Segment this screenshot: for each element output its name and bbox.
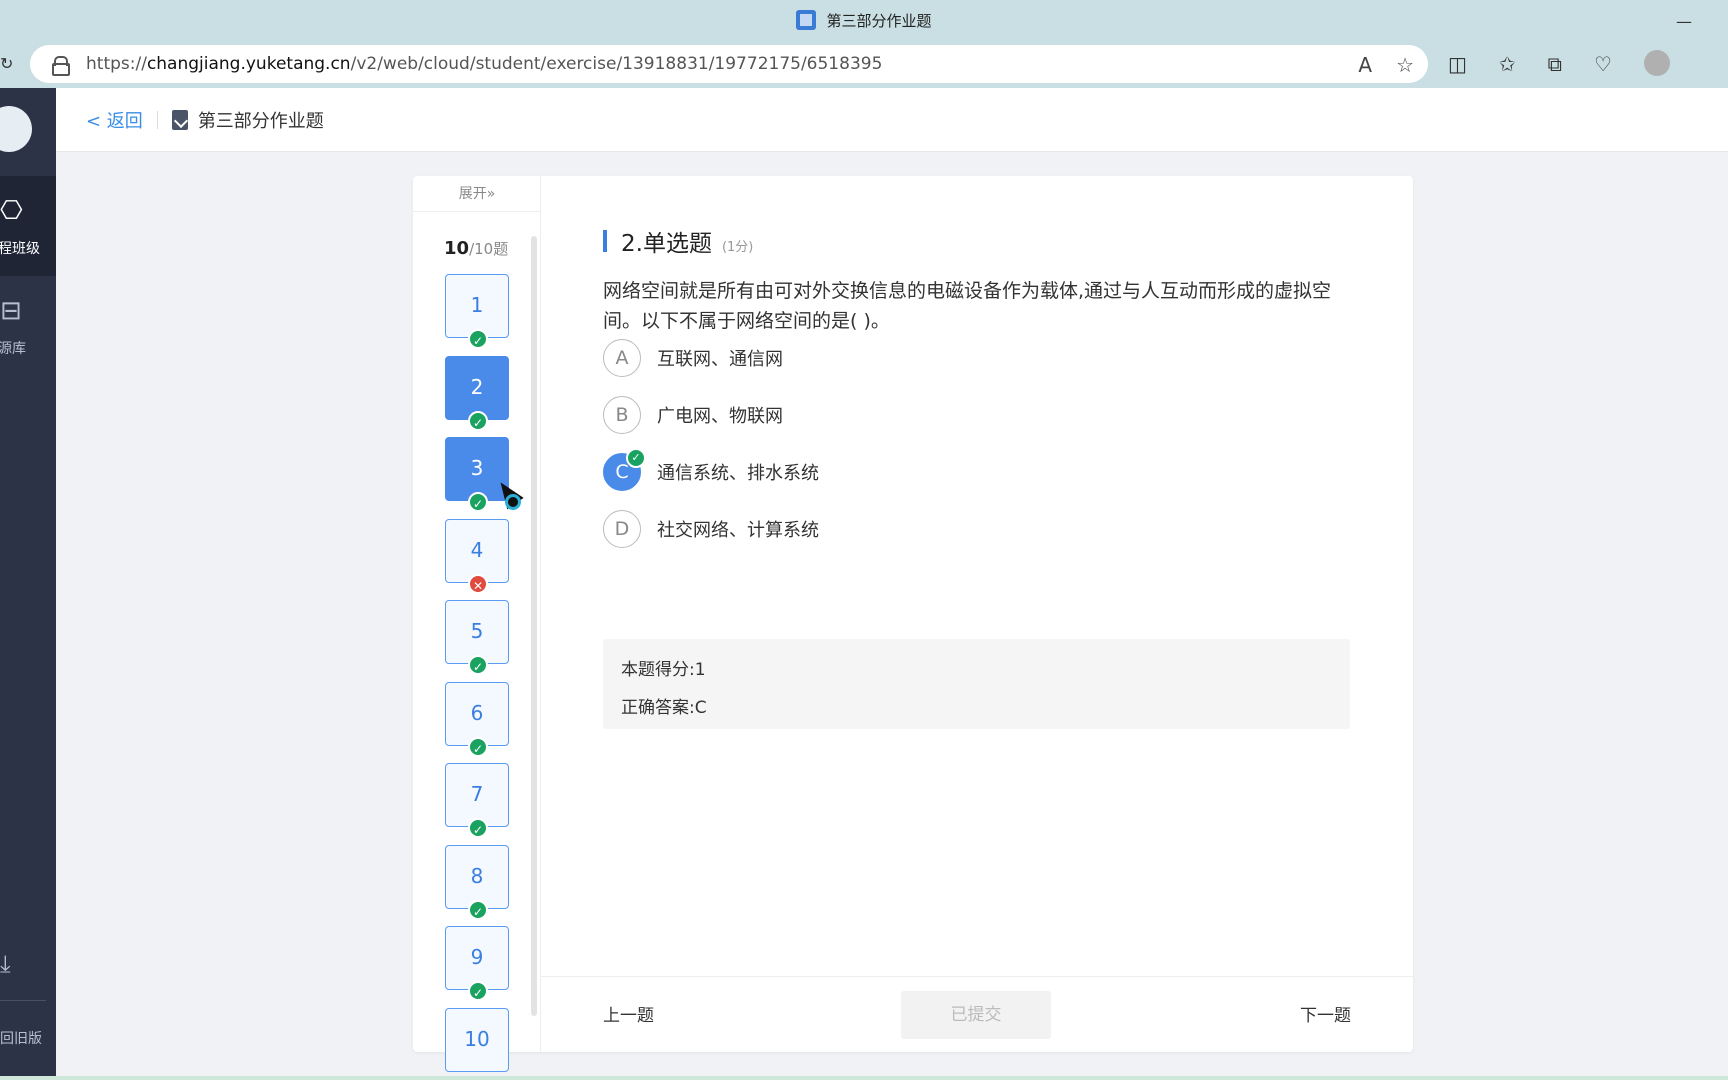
question-nav-button[interactable]: 7 ✓: [445, 763, 509, 838]
old-version-link[interactable]: 回旧版: [0, 1028, 42, 1048]
favorites-icon[interactable]: ✩: [1499, 52, 1516, 76]
question-nav-button[interactable]: 4 ✕: [445, 518, 509, 594]
back-button[interactable]: < 返回: [86, 107, 143, 133]
answer-line: 正确答案:C: [621, 698, 707, 718]
correct-check-icon: ✓: [468, 981, 488, 1001]
read-aloud-icon[interactable]: A: [1358, 53, 1372, 77]
tab-favicon-icon: [796, 10, 817, 30]
minimize-icon[interactable]: —: [1676, 12, 1692, 31]
option-a[interactable]: A 互联网、通信网: [603, 338, 783, 378]
option-text: 广电网、物联网: [657, 406, 783, 427]
page-header: < 返回 第三部分作业题: [56, 88, 1728, 152]
option-d[interactable]: D 社交网络、计算系统: [603, 509, 819, 549]
next-question-button[interactable]: 下一题: [1300, 1001, 1351, 1026]
correct-check-icon: ✓: [468, 410, 488, 431]
page-title: 第三部分作业题: [197, 110, 324, 132]
score-line: 本题得分:1: [621, 660, 706, 680]
option-text: 社交网络、计算系统: [657, 520, 819, 541]
question-nav-button[interactable]: 10: [445, 1007, 509, 1072]
exercise-card: 展开» 10/10题 1 ✓ 2 ✓ 3 ✓ 4 ✕ 5 ✓ 6 ✓ 7 ✓ 8 ✓ 9 ✓ 10 2.单选题 (1…: [413, 176, 1413, 1072]
correct-check-icon: ✓: [468, 492, 488, 512]
collections-icon[interactable]: ⧉: [1548, 52, 1562, 76]
question-nav-button[interactable]: 6 ✓: [445, 681, 509, 757]
tab-title: 第三部分作业题: [826, 11, 932, 30]
cursor-ring-icon: [505, 494, 521, 510]
profile-avatar-icon[interactable]: [1643, 50, 1670, 76]
question-nav-button[interactable]: 5 ✓: [445, 600, 509, 675]
option-letter-selected: C ✓: [603, 448, 646, 491]
correct-check-icon: ✓: [468, 818, 488, 838]
question-footer: 上一题 已提交 下一题: [541, 976, 1413, 1052]
correct-check-icon: ✓: [626, 448, 646, 468]
prev-question-button[interactable]: 上一题: [603, 1001, 654, 1026]
browser-title-bar: 第三部分作业题 —: [0, 0, 1728, 40]
question-navigator: 展开» 10/10题 1 ✓ 2 ✓ 3 ✓ 4 ✕ 5 ✓ 6 ✓ 7 ✓ 8 ✓ 9 ✓ 10: [413, 176, 541, 1072]
app-logo[interactable]: [0, 106, 32, 152]
option-text: 通信系统、排水系统: [657, 463, 819, 484]
question-type-title: 2.单选题: [621, 231, 712, 257]
question-heading: 2.单选题 (1分): [603, 224, 753, 258]
correct-check-icon: ✓: [468, 899, 488, 920]
question-nav-button[interactable]: 9 ✓: [445, 926, 509, 1001]
question-panel: 2.单选题 (1分) 网络空间就是所有由可对外交换信息的电磁设备作为载体,通过与…: [541, 176, 1413, 1052]
browser-essentials-icon[interactable]: ♡: [1594, 52, 1612, 76]
header-divider: [156, 110, 158, 129]
address-bar[interactable]: https://changjiang.yuketang.cn/v2/web/cl…: [30, 45, 1428, 83]
app-sidebar: ⎔ 程班级 ⊟ 源库 ⤓ 回旧版: [0, 88, 56, 1076]
document-icon: [171, 109, 188, 130]
question-nav-button[interactable]: 2 ✓: [445, 355, 509, 431]
question-stem: 网络空间就是所有由可对外交换信息的电磁设备作为载体,通过与人互动而形成的虚拟空间…: [603, 280, 1332, 332]
question-count: 10/10题: [444, 238, 509, 259]
wrong-x-icon: ✕: [468, 573, 488, 594]
option-text: 互联网、通信网: [657, 349, 783, 370]
correct-check-icon: ✓: [468, 736, 488, 757]
option-c[interactable]: C ✓ 通信系统、排水系统: [603, 448, 819, 492]
url-text[interactable]: https://changjiang.yuketang.cn/v2/web/cl…: [86, 54, 882, 74]
sidebar-item-library[interactable]: ⊟ 源库: [0, 276, 56, 376]
option-letter: D: [603, 510, 641, 548]
address-bar-row: ↻ https://changjiang.yuketang.cn/v2/web/…: [0, 40, 1728, 88]
lock-icon[interactable]: [52, 56, 70, 76]
question-points: (1分): [721, 240, 754, 255]
option-letter: B: [603, 396, 641, 434]
question-nav-button[interactable]: 8 ✓: [445, 844, 509, 920]
bottom-strip: [0, 1076, 1728, 1080]
download-icon[interactable]: ⤓: [0, 950, 11, 978]
split-screen-icon[interactable]: ◫: [1448, 52, 1467, 76]
submitted-button: 已提交: [901, 991, 1051, 1039]
correct-check-icon: ✓: [468, 329, 488, 349]
library-icon: ⊟: [0, 296, 22, 326]
option-b[interactable]: B 广电网、物联网: [603, 395, 783, 435]
navigator-scrollbar[interactable]: [531, 236, 537, 1016]
sidebar-item-class[interactable]: ⎔ 程班级: [0, 176, 56, 276]
refresh-icon[interactable]: ↻: [0, 54, 13, 73]
question-nav-button[interactable]: 1 ✓: [445, 274, 509, 349]
expand-button[interactable]: 展开»: [413, 176, 541, 212]
class-icon: ⎔: [0, 196, 23, 226]
correct-check-icon: ✓: [468, 655, 488, 675]
sidebar-divider: [0, 1000, 46, 1001]
favorite-star-icon[interactable]: ☆: [1396, 53, 1414, 77]
result-box: 本题得分:1 正确答案:C: [603, 639, 1350, 729]
option-letter: A: [603, 339, 641, 377]
